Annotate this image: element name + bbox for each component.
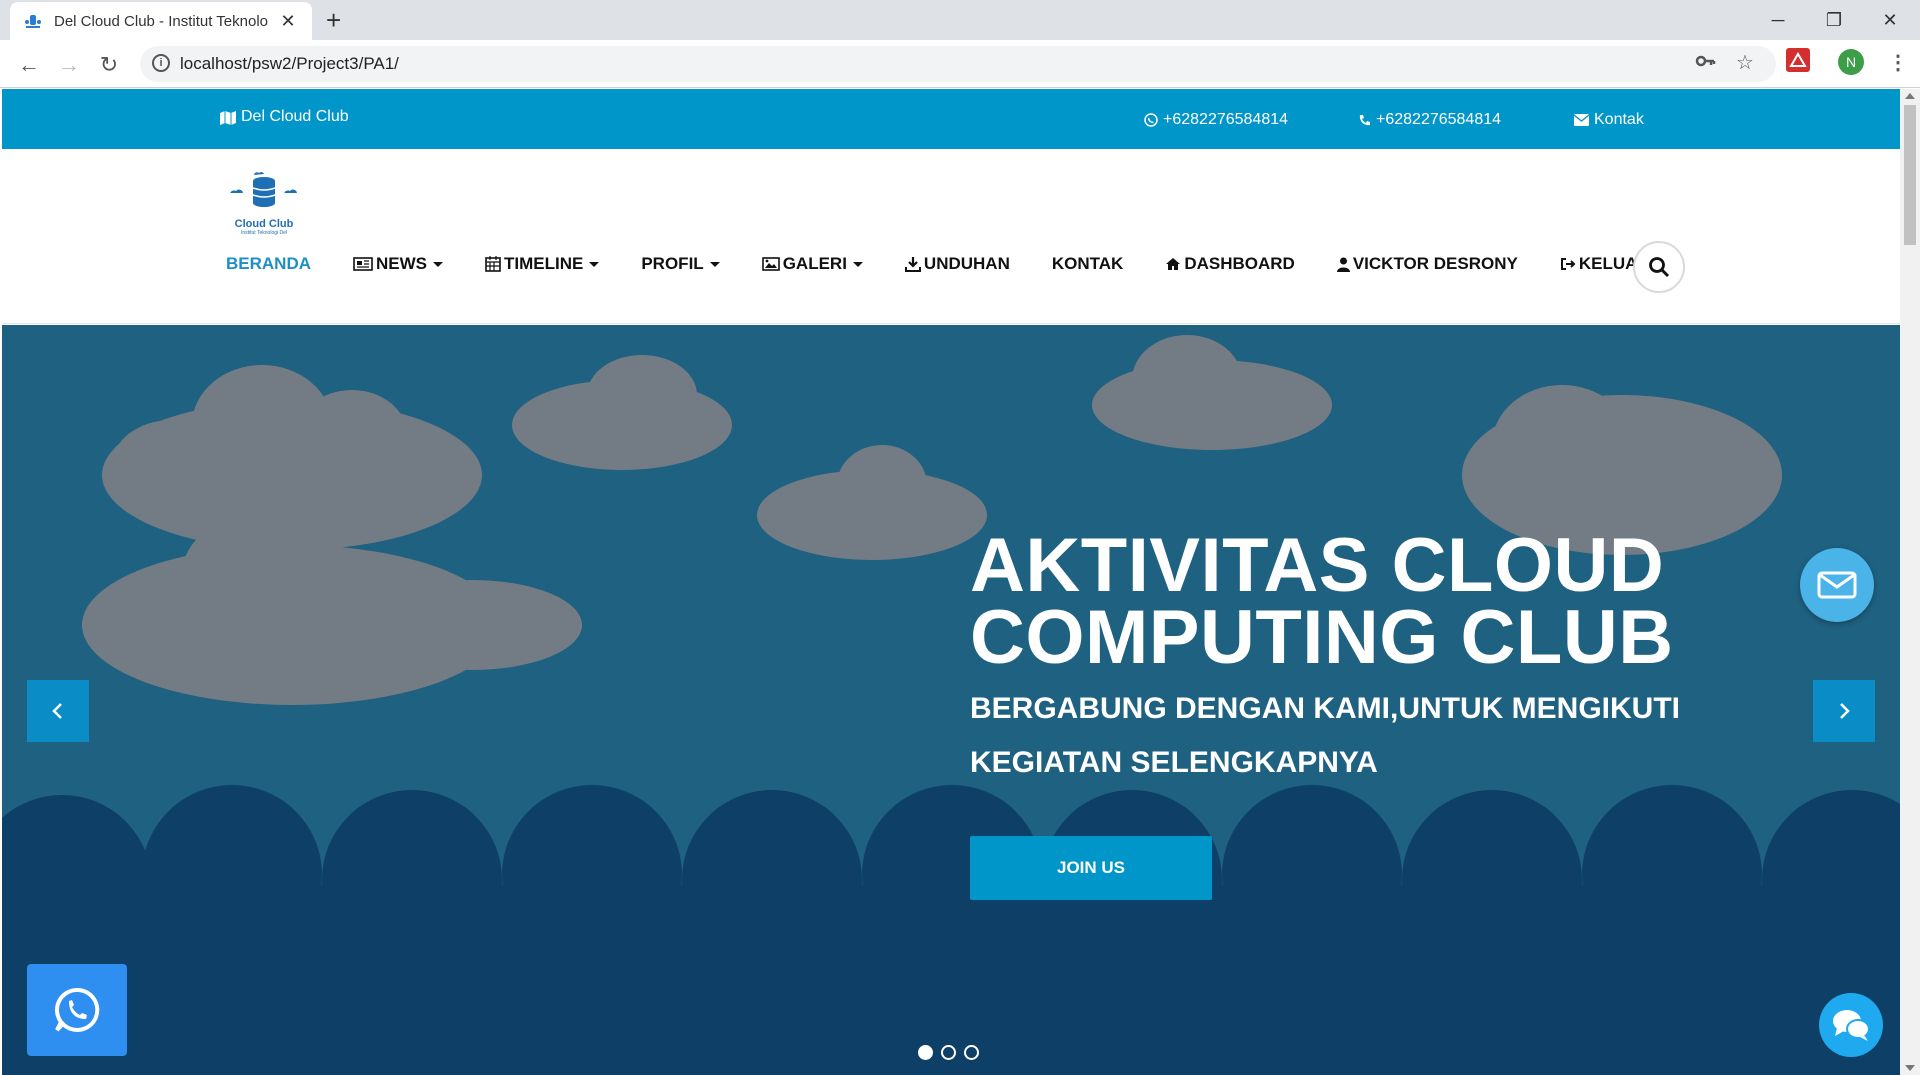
- nav-user[interactable]: VICKTOR DESRONY: [1336, 254, 1518, 274]
- topbar-brand[interactable]: Del Cloud Club: [220, 108, 349, 126]
- home-icon: [1166, 258, 1181, 270]
- topbar-whatsapp[interactable]: +6282276584814: [1144, 111, 1288, 129]
- hero-slider: AKTIVITAS CLOUD COMPUTING CLUB BERGABUNG…: [2, 325, 1900, 1075]
- user-icon: [1336, 257, 1350, 272]
- cloud-favicon-icon: [24, 12, 42, 30]
- minimize-icon[interactable]: ─: [1750, 0, 1806, 40]
- nav-dashboard[interactable]: DASHBOARD: [1165, 254, 1295, 274]
- browser-menu-icon[interactable]: ⋮: [1888, 50, 1908, 75]
- nav-dashboard-label: DASHBOARD: [1184, 254, 1295, 273]
- page-scrollbar[interactable]: [1900, 89, 1920, 1075]
- slider-dot-2[interactable]: [941, 1045, 956, 1060]
- site-header: Cloud Club Institut Teknologi Del BERAND…: [2, 149, 1900, 324]
- slider-dot-3[interactable]: [964, 1045, 979, 1060]
- url-text: localhost/psw2/Project3/PA1/: [180, 54, 399, 73]
- close-window-icon[interactable]: ✕: [1862, 0, 1918, 40]
- topbar-brand-label: Del Cloud Club: [241, 108, 349, 125]
- cloud-club-logo[interactable]: Cloud Club Institut Teknologi Del: [224, 169, 304, 236]
- hero-subtitle-line2: KEGIATAN SELENGKAPNYA: [970, 746, 1378, 779]
- nav-unduhan-label: UNDUHAN: [923, 254, 1010, 273]
- nav-profil[interactable]: PROFIL: [641, 254, 720, 274]
- caret-down-icon: [709, 261, 720, 267]
- image-icon: [761, 257, 780, 271]
- browser-tab[interactable]: Del Cloud Club - Institut Teknolo ✕: [10, 2, 312, 40]
- logo-text: Cloud Club: [234, 218, 294, 230]
- hero-title-line1: AKTIVITAS CLOUD: [970, 523, 1665, 608]
- logo-subtext: Institut Teknologi Del: [240, 230, 288, 236]
- whatsapp-icon: [1144, 113, 1158, 127]
- sign-out-icon: [1560, 258, 1576, 270]
- slider-prev-button[interactable]: [27, 680, 89, 742]
- scroll-down-icon[interactable]: [1905, 1065, 1915, 1071]
- pdf-extension-icon[interactable]: [1786, 48, 1810, 78]
- reload-icon[interactable]: ↻: [94, 50, 124, 80]
- caret-down-icon: [589, 261, 600, 267]
- restore-icon[interactable]: ❐: [1806, 0, 1862, 40]
- profile-avatar[interactable]: N: [1838, 49, 1864, 75]
- slider-next-button[interactable]: [1813, 680, 1875, 742]
- nav-timeline-label: TIMELINE: [504, 254, 584, 273]
- chevron-left-icon: [52, 703, 62, 719]
- slider-dot-1[interactable]: [918, 1045, 933, 1060]
- address-bar: ← → ↻ i localhost/psw2/Project3/PA1/ ☆ N…: [0, 40, 1920, 88]
- main-nav: BERANDA NEWS TIMELINE PROFIL GALERI UNDU…: [226, 254, 1692, 274]
- hero-subtitle-line1: BERGABUNG DENGAN KAMI,UNTUK MENGIKUTI: [970, 692, 1680, 725]
- contact-label: Kontak: [1594, 111, 1644, 128]
- whatsapp-icon: [55, 987, 100, 1032]
- site-topbar: Del Cloud Club +6282276584814 +628227658…: [2, 89, 1900, 149]
- mail-icon: [1817, 571, 1857, 599]
- scroll-up-icon[interactable]: [1905, 93, 1915, 99]
- newspaper-icon: [353, 257, 373, 271]
- topbar-contact[interactable]: Kontak: [1574, 111, 1644, 129]
- search-icon: [1649, 257, 1670, 278]
- phone-number: +6282276584814: [1376, 111, 1502, 128]
- nav-timeline[interactable]: TIMELINE: [485, 254, 600, 274]
- nav-kontak[interactable]: KONTAK: [1052, 254, 1123, 274]
- back-icon[interactable]: ←: [14, 50, 44, 80]
- search-button[interactable]: [1633, 241, 1685, 293]
- hero-title-line2: COMPUTING CLUB: [970, 595, 1674, 680]
- chevron-right-icon: [1840, 703, 1850, 719]
- download-icon: [904, 257, 921, 272]
- nav-beranda[interactable]: BERANDA: [226, 254, 311, 274]
- calendar-icon: [485, 256, 501, 272]
- key-icon[interactable]: [1694, 50, 1716, 78]
- map-icon: [220, 110, 236, 125]
- chat-float-button[interactable]: [1819, 993, 1883, 1057]
- tab-title: Del Cloud Club - Institut Teknolo: [54, 12, 268, 30]
- nav-profil-label: PROFIL: [641, 254, 704, 273]
- topbar-phone[interactable]: +6282276584814: [1358, 111, 1501, 129]
- slider-indicators: [918, 1045, 979, 1060]
- forward-icon[interactable]: →: [54, 50, 84, 80]
- hero-subtitle: BERGABUNG DENGAN KAMI,UNTUK MENGIKUTI KE…: [970, 682, 1690, 790]
- nav-user-label: VICKTOR DESRONY: [1352, 254, 1518, 273]
- nav-galeri[interactable]: GALERI: [761, 254, 863, 274]
- mail-float-button[interactable]: [1800, 548, 1874, 622]
- info-icon[interactable]: i: [152, 54, 170, 72]
- close-tab-icon[interactable]: ✕: [278, 11, 298, 32]
- caret-down-icon: [852, 261, 863, 267]
- new-tab-button[interactable]: +: [326, 7, 341, 33]
- nav-beranda-label: BERANDA: [226, 254, 311, 273]
- bookmark-star-icon[interactable]: ☆: [1736, 50, 1754, 75]
- envelope-icon: [1574, 114, 1589, 126]
- whatsapp-number: +6282276584814: [1163, 111, 1289, 128]
- join-us-button[interactable]: JOIN US: [970, 836, 1212, 900]
- nav-kontak-label: KONTAK: [1051, 254, 1124, 273]
- hero-title: AKTIVITAS CLOUD COMPUTING CLUB: [970, 523, 1674, 680]
- url-input[interactable]: i localhost/psw2/Project3/PA1/: [140, 46, 1776, 82]
- nav-news[interactable]: NEWS: [353, 254, 443, 274]
- nav-unduhan[interactable]: UNDUHAN: [904, 254, 1010, 274]
- chat-bubbles-icon: [1833, 1010, 1870, 1041]
- whatsapp-float-button[interactable]: [27, 964, 127, 1056]
- browser-tab-strip: Del Cloud Club - Institut Teknolo ✕ + ─ …: [0, 0, 1920, 40]
- scroll-thumb[interactable]: [1904, 105, 1916, 245]
- caret-down-icon: [433, 261, 443, 267]
- nav-news-label: NEWS: [376, 254, 427, 273]
- nav-galeri-label: GALERI: [782, 254, 847, 273]
- phone-icon: [1359, 114, 1370, 125]
